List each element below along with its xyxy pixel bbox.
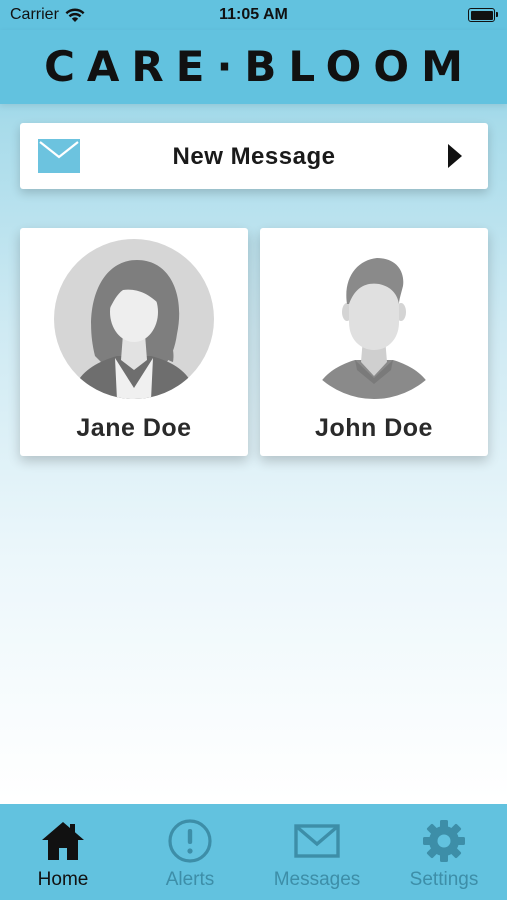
tab-bar: Home Alerts Messages Settings: [0, 804, 507, 900]
female-avatar-icon: [54, 239, 214, 399]
tab-label: Settings: [409, 869, 479, 890]
male-avatar-icon: [313, 258, 435, 399]
app-header: CARE·BLOOM: [0, 30, 507, 104]
home-icon: [42, 822, 84, 860]
chevron-right-icon: [448, 144, 462, 168]
tab-label: Messages: [273, 869, 361, 890]
status-bar: Carrier 11:05 AM: [0, 0, 507, 30]
alert-icon: [168, 819, 212, 863]
status-time: 11:05 AM: [219, 6, 288, 23]
new-message-label: New Message: [172, 143, 336, 170]
contact-name: John Doe: [315, 414, 433, 442]
contact-name: Jane Doe: [76, 414, 192, 442]
tab-label: Alerts: [165, 869, 215, 890]
gear-icon: [423, 820, 465, 862]
envelope-icon: [294, 824, 340, 858]
tab-home[interactable]: Home: [0, 804, 126, 900]
battery-icon: [468, 8, 498, 22]
tab-settings[interactable]: Settings: [381, 804, 507, 900]
new-message-button[interactable]: New Message: [20, 123, 488, 189]
contact-card-john-doe[interactable]: John Doe: [260, 228, 488, 456]
tab-alerts[interactable]: Alerts: [127, 804, 253, 900]
brand-logo: CARE·BLOOM: [44, 42, 475, 91]
tab-label: Home: [37, 869, 89, 890]
contact-card-jane-doe[interactable]: Jane Doe: [20, 228, 248, 456]
tab-messages[interactable]: Messages: [254, 804, 380, 900]
